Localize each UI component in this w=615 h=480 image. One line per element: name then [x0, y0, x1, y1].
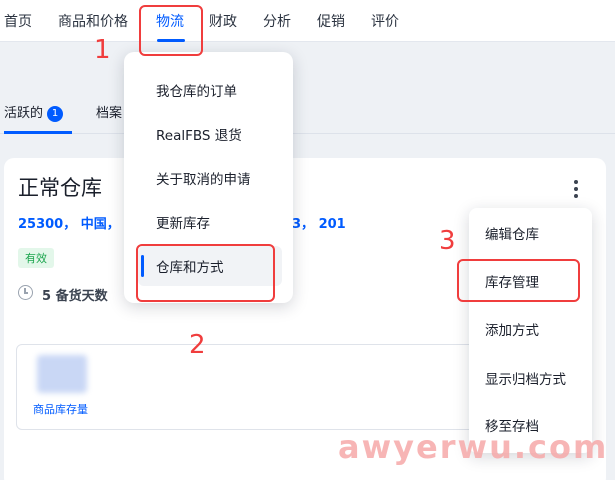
menu-item-show-archived-methods[interactable]: 显示归档方式: [485, 368, 566, 388]
tab-active-underline: [4, 131, 72, 134]
top-navigation: 首页 商品和价格 物流 财政 分析 促销 评价: [0, 0, 615, 42]
tab-archive[interactable]: 档案: [96, 102, 122, 121]
watermark-text: awyerwu.com: [338, 428, 609, 466]
more-options-icon[interactable]: [567, 178, 585, 200]
clock-icon: [18, 285, 33, 300]
tab-active-label: 活跃的: [4, 106, 44, 121]
annotation-number-3: 3: [439, 226, 456, 256]
menu-item-update-stock[interactable]: 更新库存: [124, 202, 293, 242]
warehouse-address-start: 25300， 中国，: [18, 217, 120, 232]
warehouse-title: 正常仓库: [18, 176, 102, 200]
menu-item-my-warehouse-orders[interactable]: 我仓库的订单: [124, 70, 293, 110]
inventory-link[interactable]: 商品库存量: [33, 401, 88, 417]
warehouse-context-menu: 编辑仓库 库存管理 添加方式 显示归档方式 移至存档: [469, 208, 592, 453]
nav-finance[interactable]: 财政: [209, 11, 237, 31]
blurred-product-image: [37, 355, 87, 393]
annotation-box-3: [457, 259, 580, 302]
menu-item-realfbs-returns[interactable]: RealFBS 退货: [124, 114, 293, 154]
menu-item-edit-warehouse[interactable]: 编辑仓库: [485, 223, 539, 243]
inventory-box: 商品库存量: [16, 344, 486, 430]
prep-days-text: 5 备货天数: [42, 289, 108, 304]
annotation-number-2: 2: [189, 330, 206, 360]
annotation-number-1: 1: [94, 35, 111, 65]
nav-products-prices[interactable]: 商品和价格: [58, 11, 128, 31]
nav-analytics[interactable]: 分析: [263, 11, 291, 31]
tab-active-count-badge: 1: [47, 106, 64, 122]
menu-item-add-method[interactable]: 添加方式: [485, 319, 539, 339]
status-badge: 有效: [18, 248, 54, 268]
tab-active[interactable]: 活跃的 1: [4, 102, 64, 122]
warehouse-address-end: 3， 201: [292, 217, 346, 232]
annotation-box-1: [139, 5, 203, 56]
nav-home[interactable]: 首页: [4, 11, 32, 31]
nav-promotions[interactable]: 促销: [317, 11, 345, 31]
nav-reviews[interactable]: 评价: [371, 11, 399, 31]
menu-item-cancellation-requests[interactable]: 关于取消的申请: [124, 158, 293, 198]
annotation-box-2: [136, 244, 275, 302]
warehouse-tabs: 活跃的 1 档案: [0, 88, 615, 134]
